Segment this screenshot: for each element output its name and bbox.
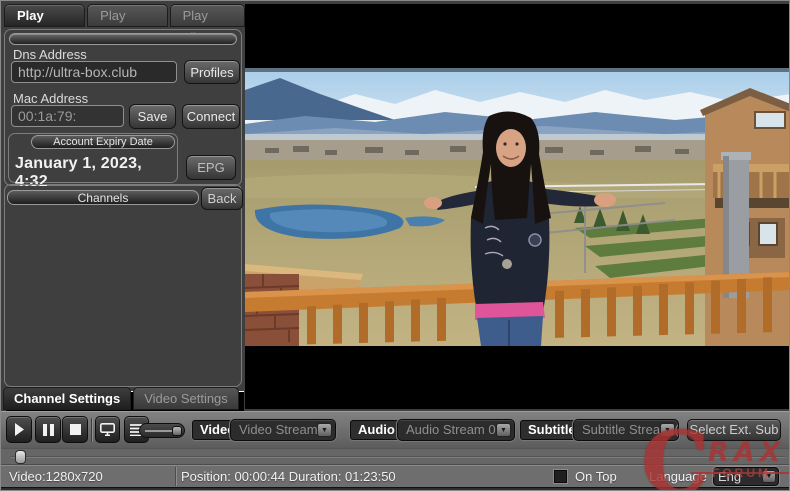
video-scene	[245, 68, 789, 346]
channels-groupbox: Channels Back Live Vod Series Le Regard …	[4, 184, 244, 490]
seek-thumb[interactable]	[15, 450, 26, 464]
chevron-down-icon[interactable]: ▼	[762, 470, 776, 483]
tab-channel-settings[interactable]: Channel Settings	[3, 387, 132, 410]
language-value: Eng	[718, 469, 742, 484]
connect-button[interactable]: Connect	[182, 104, 240, 129]
account-expiry-groupbox: Account Expiry Date January 1, 2023, 4:3…	[8, 133, 178, 190]
video-resolution-text: Video:1280x720	[9, 469, 103, 484]
language-label: Language	[649, 469, 707, 484]
pause-button[interactable]	[35, 416, 61, 443]
mac-address-label: Mac Address	[13, 91, 89, 106]
seek-bar[interactable]	[1, 448, 789, 464]
audio-stream-select[interactable]: Audio Stream 0 ▼	[397, 419, 515, 441]
tab-play-file[interactable]: Play File	[169, 4, 245, 45]
stop-button[interactable]	[62, 416, 88, 443]
language-select[interactable]: Eng ▼	[713, 467, 779, 486]
chevron-down-icon[interactable]: ▼	[317, 423, 332, 437]
connection-header-bar	[9, 33, 237, 45]
status-bar: Video:1280x720 Position: 00:00:44 Durati…	[1, 464, 789, 487]
left-panel: Play Mac Play URL Play File Dns Address …	[1, 1, 245, 490]
dns-address-input[interactable]	[11, 61, 177, 83]
connection-groupbox: Dns Address Profiles Mac Address Save Co…	[4, 29, 242, 190]
on-top-label: On Top	[575, 469, 617, 484]
audio-stream-label: Audio	[350, 420, 403, 440]
tab-video-settings[interactable]: Video Settings	[133, 387, 239, 410]
position-duration-text: Position: 00:00:44 Duration: 01:23:50	[181, 469, 396, 484]
volume-knob[interactable]	[172, 426, 182, 436]
epg-button[interactable]: EPG	[186, 155, 236, 180]
source-tabbar: Play Mac Play URL Play File	[4, 4, 245, 45]
settings-tabbar: Channel Settings Video Settings	[1, 387, 249, 411]
play-icon	[15, 423, 24, 436]
audio-stream-value: Audio Stream 0	[406, 422, 496, 437]
playback-toolbar: Video Video Stream 0 ▼ Audio Audio Strea…	[1, 411, 789, 448]
profiles-button[interactable]: Profiles	[184, 60, 240, 84]
window-bottom-edge	[1, 487, 789, 490]
stop-icon	[69, 424, 81, 435]
toolbar-separator	[91, 418, 92, 442]
seek-track[interactable]	[11, 456, 785, 458]
tab-play-mac[interactable]: Play Mac	[4, 4, 86, 45]
back-button[interactable]: Back	[201, 187, 243, 210]
subtitle-stream-select[interactable]: Subtitle Stream ( ▼	[573, 419, 679, 441]
monitor-icon	[100, 423, 115, 436]
tab-play-url[interactable]: Play URL	[87, 4, 168, 45]
dns-address-label: Dns Address	[13, 47, 87, 62]
pause-icon	[42, 423, 54, 436]
chevron-down-icon[interactable]: ▼	[496, 423, 511, 437]
on-top-checkbox[interactable]	[554, 470, 567, 483]
video-stream-select[interactable]: Video Stream 0 ▼	[230, 419, 336, 441]
status-separator	[175, 467, 176, 486]
volume-slider[interactable]	[139, 423, 185, 438]
select-ext-sub-button[interactable]: Select Ext. Sub	[687, 419, 781, 441]
play-button[interactable]	[6, 416, 32, 443]
iptv-player-window: Play Mac Play URL Play File Dns Address …	[0, 0, 790, 491]
save-button[interactable]: Save	[129, 104, 176, 129]
account-expiry-header: Account Expiry Date	[31, 135, 175, 149]
video-display[interactable]	[245, 4, 789, 409]
chevron-down-icon[interactable]: ▼	[660, 423, 675, 437]
channels-header: Channels	[7, 190, 199, 205]
fullscreen-button[interactable]	[95, 416, 120, 443]
video-stream-value: Video Stream 0	[239, 422, 329, 437]
mac-address-input[interactable]	[11, 105, 124, 127]
